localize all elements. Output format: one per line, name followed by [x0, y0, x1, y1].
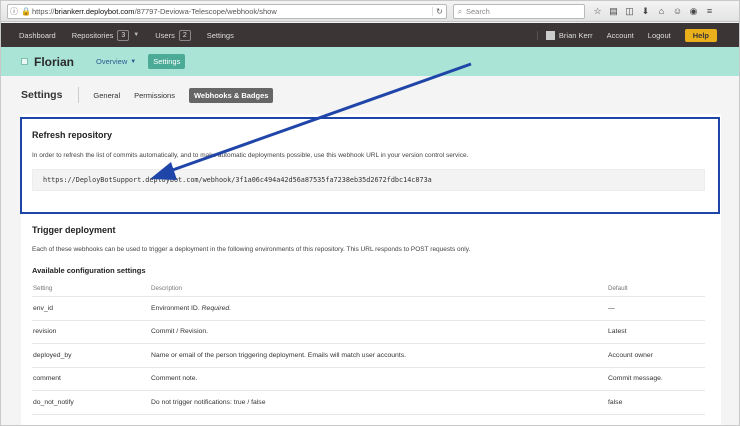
search-input[interactable]: ⌕ Search	[453, 4, 585, 19]
nav-users-label: Users	[155, 30, 175, 40]
setting-default: Commit message.	[608, 375, 663, 383]
project-icon	[21, 58, 28, 65]
reading-list-icon[interactable]: ▤	[607, 4, 620, 19]
sync-icon[interactable]: ◉	[687, 4, 700, 19]
user-name: Brian Kerr	[558, 30, 593, 40]
browser-toolbar-icons: ☆ ▤ ◫ ⬇ ⌂ ☺ ◉ ≡	[591, 4, 716, 19]
nav-settings[interactable]: Settings	[207, 31, 234, 40]
page-title: Settings	[21, 87, 80, 103]
tab-webhooks-badges[interactable]: Webhooks & Badges	[188, 87, 274, 103]
nav-users[interactable]: Users 2	[155, 29, 191, 41]
setting-default: —	[608, 304, 615, 312]
setting-default: false	[608, 398, 623, 406]
refresh-heading: Refresh repository	[32, 130, 113, 140]
screenshot-frame: ⓘ 🔒 https://briankerr.deploybot.com/8779…	[0, 0, 740, 426]
overview-dropdown[interactable]: Overview ▼	[96, 57, 136, 66]
column-header-setting: Setting	[33, 285, 53, 292]
bookmark-star-icon[interactable]: ☆	[591, 4, 604, 19]
column-header-default: Default	[608, 285, 628, 292]
trigger-heading: Trigger deployment	[32, 225, 116, 235]
highlight-box	[20, 117, 720, 214]
avatar	[545, 30, 555, 40]
column-header-description: Description	[151, 285, 182, 292]
info-icon[interactable]: ⓘ	[8, 6, 20, 17]
setting-name: revision	[33, 328, 57, 336]
tab-permissions[interactable]: Permissions	[134, 91, 175, 100]
url-text[interactable]: https://briankerr.deploybot.com/87797-De…	[32, 7, 432, 16]
account-link[interactable]: Account	[607, 31, 634, 40]
setting-description: Environment ID. Required.	[151, 304, 232, 312]
available-settings-heading: Available configuration settings	[32, 266, 146, 275]
chevron-down-icon: ▼	[133, 32, 140, 38]
navbar-right: Brian Kerr Account Logout Help	[536, 23, 717, 47]
reload-icon[interactable]: ↻	[432, 7, 446, 16]
setting-name: deployed_by	[33, 351, 72, 359]
repositories-count-badge: 3	[117, 29, 130, 41]
help-button[interactable]: Help	[684, 28, 717, 42]
setting-description: Do not trigger notifications: true / fal…	[151, 398, 266, 406]
table-row: deployed_by Name or email of the person …	[32, 344, 705, 368]
setting-description: Name or email of the person triggering d…	[151, 351, 406, 359]
trigger-description: Each of these webhooks can be used to tr…	[32, 246, 471, 253]
project-name: Florian	[34, 54, 75, 69]
users-count-badge: 2	[178, 29, 191, 41]
table-row: do_not_notify Do not trigger notificatio…	[32, 391, 705, 415]
setting-name: do_not_notify	[33, 398, 74, 406]
settings-table: Setting Description Default env_id Envir…	[32, 281, 705, 415]
overview-label: Overview	[96, 57, 128, 66]
setting-name: comment	[33, 375, 61, 383]
pocket-icon[interactable]: ◫	[623, 4, 636, 19]
table-row: revision Commit / Revision. Latest	[32, 321, 705, 344]
search-icon: ⌕	[457, 6, 463, 16]
table-header-row: Setting Description Default	[32, 281, 705, 297]
app-navbar: Dashboard Repositories 3 ▼ Users 2 Setti…	[1, 23, 739, 47]
table-row: env_id Environment ID. Required. —	[32, 297, 705, 321]
setting-name: env_id	[33, 304, 54, 312]
search-placeholder: Search	[466, 7, 490, 16]
emoji-icon[interactable]: ☺	[671, 4, 684, 19]
home-icon[interactable]: ⌂	[655, 4, 668, 19]
setting-description: Commit / Revision.	[151, 328, 209, 336]
refresh-description: In order to refresh the list of commits …	[32, 152, 469, 159]
project-settings-button[interactable]: Settings	[148, 54, 186, 69]
browser-toolbar: ⓘ 🔒 https://briankerr.deploybot.com/8779…	[1, 1, 739, 22]
menu-icon[interactable]: ≡	[703, 4, 716, 19]
nav-dashboard[interactable]: Dashboard	[19, 31, 56, 40]
chevron-down-icon: ▼	[130, 58, 137, 65]
setting-default: Account owner	[608, 351, 653, 359]
webhook-url-field[interactable]: https://DeployBotSupport.deploybot.com/w…	[32, 169, 705, 191]
table-row: comment Comment note. Commit message.	[32, 368, 705, 391]
setting-default: Latest	[608, 328, 627, 336]
address-bar[interactable]: ⓘ 🔒 https://briankerr.deploybot.com/8779…	[7, 4, 447, 19]
tab-general[interactable]: General	[93, 91, 120, 100]
user-menu[interactable]: Brian Kerr	[536, 30, 593, 40]
nav-repositories-label: Repositories	[71, 30, 114, 40]
nav-repositories[interactable]: Repositories 3 ▼	[71, 29, 140, 41]
settings-subnav: Settings General Permissions Webhooks & …	[1, 76, 739, 114]
setting-description: Comment note.	[151, 375, 198, 383]
project-bar: Florian Overview ▼ Settings	[1, 47, 739, 76]
logout-link[interactable]: Logout	[648, 31, 671, 40]
download-icon[interactable]: ⬇	[639, 4, 652, 19]
lock-icon: 🔒	[21, 7, 31, 16]
